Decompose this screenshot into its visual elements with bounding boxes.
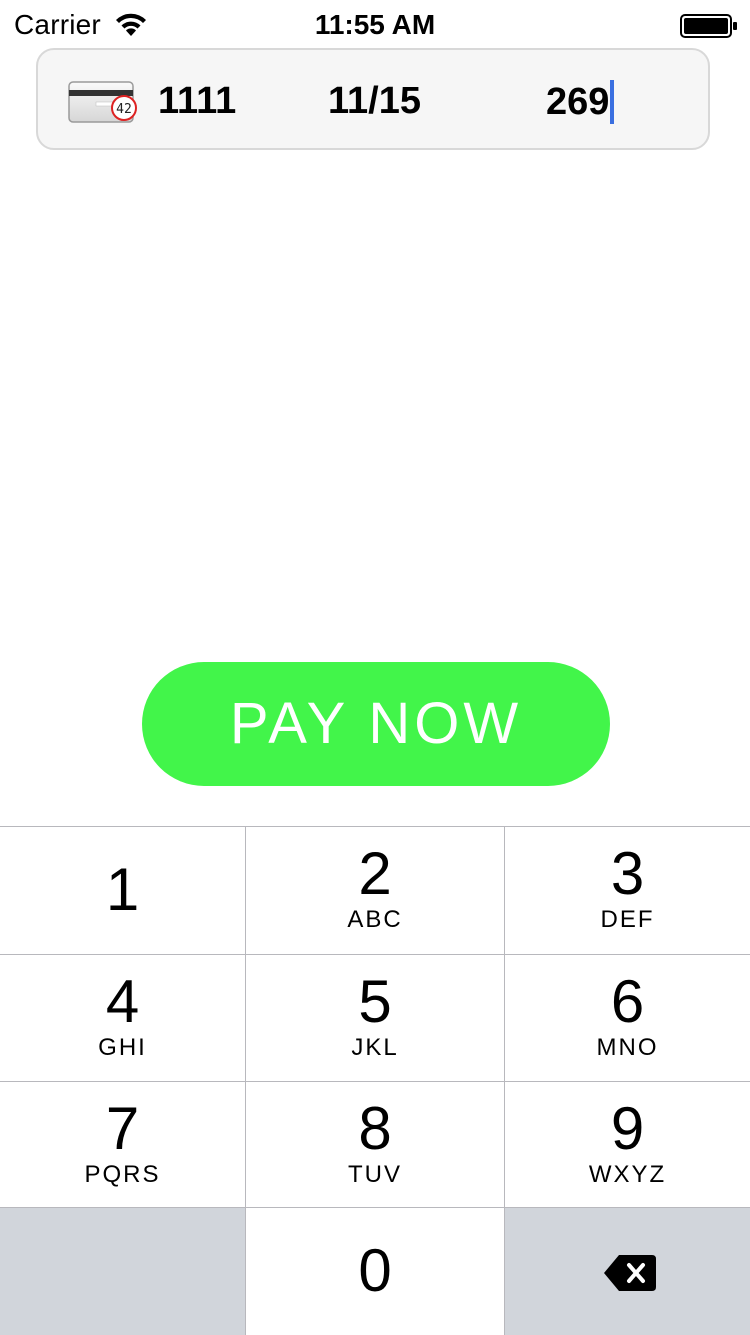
key-digit: 8 [358, 1095, 392, 1162]
key-digit: 9 [610, 1095, 645, 1162]
card-cvc-value: 269 [546, 81, 610, 123]
numeric-keypad: 1 2 ABC 3 DEF 4 GHI 5 JKL 6 MNO 7 PQRS 8… [0, 826, 750, 1335]
key-letters: TUV [348, 1161, 402, 1188]
key-5[interactable]: 5 JKL [246, 955, 504, 1081]
key-1[interactable]: 1 [0, 827, 245, 954]
card-number-input[interactable]: 1111 [158, 80, 236, 122]
key-9[interactable]: 9 WXYZ [505, 1082, 750, 1207]
key-digit: 7 [105, 1095, 140, 1162]
key-letters: ABC [347, 906, 403, 933]
card-expiry-input[interactable]: 11/15 [328, 80, 421, 122]
card-entry-field[interactable]: 42 1111 11/15 269 [36, 48, 710, 150]
key-digit: 3 [610, 840, 645, 907]
keypad-divider [504, 827, 505, 1335]
keypad-divider [0, 1081, 750, 1082]
key-letters: WXYZ [588, 1161, 667, 1188]
card-cvc-icon: 42 [68, 81, 137, 123]
backspace-icon [604, 1255, 656, 1291]
key-letters: DEF [600, 906, 655, 933]
key-7[interactable]: 7 PQRS [0, 1082, 245, 1207]
key-digit: 2 [358, 840, 392, 907]
key-4[interactable]: 4 GHI [0, 955, 245, 1081]
card-icon-badge: 42 [116, 102, 132, 117]
key-digit: 0 [358, 1237, 392, 1304]
battery-icon [680, 14, 737, 38]
key-letters: PQRS [84, 1161, 161, 1188]
delete-key[interactable] [505, 1208, 750, 1335]
clock: 11:55 AM [314, 9, 436, 40]
pay-now-label: PAY NOW [229, 691, 523, 756]
key-letters: MNO [596, 1034, 659, 1061]
key-8[interactable]: 8 TUV [246, 1082, 504, 1207]
pay-now-button[interactable]: PAY NOW [142, 662, 610, 786]
key-letters: GHI [98, 1034, 147, 1061]
key-digit: 4 [105, 968, 140, 1035]
key-2[interactable]: 2 ABC [246, 827, 504, 954]
key-digit: 1 [105, 856, 140, 923]
key-6[interactable]: 6 MNO [505, 955, 750, 1081]
status-bar: Carrier 11:55 AM [0, 0, 750, 40]
keypad-divider [0, 954, 750, 955]
key-0[interactable]: 0 [246, 1208, 504, 1335]
keypad-divider [0, 1207, 750, 1208]
text-cursor [610, 80, 615, 124]
key-3[interactable]: 3 DEF [505, 827, 750, 954]
key-digit: 6 [610, 968, 645, 1035]
key-letters: JKL [351, 1034, 399, 1061]
keypad-divider [245, 827, 246, 1335]
card-cvc-input[interactable]: 269 [546, 80, 615, 124]
key-digit: 5 [358, 968, 392, 1035]
key-blank [0, 1208, 245, 1335]
